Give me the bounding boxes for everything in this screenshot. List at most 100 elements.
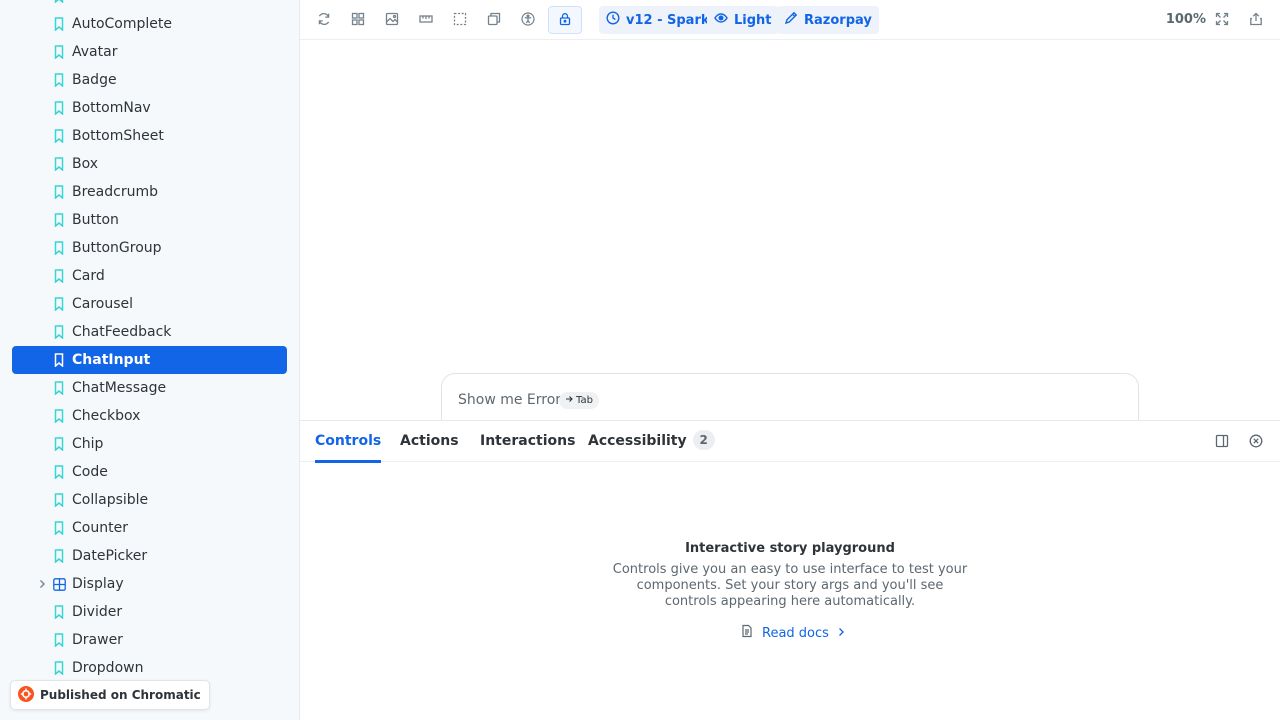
sidebar-story-item[interactable]: Counter [12, 514, 287, 542]
sidebar-story-item[interactable]: AnnouncementBanner [12, 0, 287, 10]
share-button[interactable] [1242, 6, 1270, 34]
sidebar-item-label: Carousel [72, 296, 134, 312]
sidebar-item-label: Avatar [72, 44, 118, 60]
tab-interactions[interactable]: Interactions [480, 421, 575, 462]
sidebar-item-label: Badge [72, 72, 117, 88]
story-canvas: Show me Error Tab [300, 40, 1280, 420]
bookmark-icon [52, 184, 66, 200]
sidebar-item-label: Chip [72, 436, 104, 452]
chat-input-text[interactable]: Show me Error [458, 392, 561, 408]
addon-panel: Controls Actions Interactions Accessibil… [300, 420, 1280, 720]
sidebar-story-item[interactable]: Dropdown [12, 654, 287, 682]
arrow-right-icon [565, 395, 573, 406]
tab-interactions-label: Interactions [480, 433, 576, 449]
sidebar-story-item[interactable]: Checkbox [12, 402, 287, 430]
bookmark-icon [52, 240, 66, 256]
sidebar-story-item[interactable]: Collapsible [12, 486, 287, 514]
chat-input-box[interactable]: Show me Error Tab [441, 373, 1139, 420]
sidebar-story-item[interactable]: Carousel [12, 290, 287, 318]
measure-icon [419, 11, 433, 30]
tab-actions-label: Actions [400, 433, 459, 449]
chevron-right-icon[interactable] [36, 578, 48, 590]
version-label: v12 - Spark [626, 12, 710, 28]
tab-actions[interactable]: Actions [400, 421, 459, 462]
read-docs-link[interactable]: Read docs [740, 623, 845, 643]
tab-accessibility-label: Accessibility [588, 433, 687, 449]
toolbar: v12 - Spark Light Razorpay 100% [300, 0, 1280, 40]
bookmark-icon [52, 408, 66, 424]
sidebar-story-item[interactable]: Breadcrumb [12, 178, 287, 206]
tab-controls[interactable]: Controls [315, 421, 382, 463]
background-icon [385, 11, 399, 30]
grid-button[interactable] [344, 6, 372, 34]
empty-state-description: Controls give you an easy to use interfa… [612, 562, 968, 609]
bookmark-icon [52, 604, 66, 620]
sidebar-story-item[interactable]: Divider [12, 598, 287, 626]
sidebar-story-item[interactable]: Code [12, 458, 287, 486]
component-group-icon [52, 576, 66, 592]
share-icon [1249, 11, 1263, 30]
bookmark-icon [52, 156, 66, 172]
chromatic-badge[interactable]: Published on Chromatic [10, 680, 210, 710]
sidebar-story-item[interactable]: ButtonGroup [12, 234, 287, 262]
sidebar-item-label: AnnouncementBanner [72, 0, 229, 10]
sidebar-story-item[interactable]: ChatInput [12, 346, 287, 374]
theme-pill[interactable]: Light [707, 6, 779, 34]
version-pill[interactable]: v12 - Spark [599, 6, 717, 34]
sidebar-story-item[interactable]: Avatar [12, 38, 287, 66]
sidebar-story-item[interactable]: BottomSheet [12, 122, 287, 150]
bookmark-icon [52, 380, 66, 396]
bookmark-icon [52, 128, 66, 144]
sidebar-story-item[interactable]: ChatFeedback [12, 318, 287, 346]
lock-button[interactable] [548, 6, 582, 34]
sidebar-item-label: Collapsible [72, 492, 149, 508]
bookmark-icon [52, 352, 66, 368]
sidebar-story-item[interactable]: Card [12, 262, 287, 290]
reload-icon [317, 11, 331, 30]
fullscreen-icon [1215, 11, 1229, 30]
bookmark-icon [52, 464, 66, 480]
empty-state-title: Interactive story playground [685, 541, 895, 556]
zoom-level[interactable]: 100% [1166, 6, 1206, 34]
accessibility-button[interactable] [514, 6, 542, 34]
bookmark-icon [52, 16, 66, 32]
chromatic-label: Published on Chromatic [40, 688, 201, 702]
reload-button[interactable] [310, 6, 338, 34]
sidebar-story-item[interactable]: Chip [12, 430, 287, 458]
bookmark-icon [52, 520, 66, 536]
sidebar-story-item[interactable]: BottomNav [12, 94, 287, 122]
background-button[interactable] [378, 6, 406, 34]
accessibility-count-badge: 2 [692, 430, 715, 450]
bookmark-icon [52, 660, 66, 676]
tab-hint-label: Tab [576, 395, 593, 406]
sidebar-story-item[interactable]: Drawer [12, 626, 287, 654]
read-docs-label: Read docs [762, 625, 829, 641]
bookmark-icon [52, 436, 66, 452]
document-icon [740, 624, 754, 642]
eye-icon [714, 11, 728, 29]
tab-accessibility[interactable]: Accessibility 2 [588, 421, 715, 462]
sidebar-story-item[interactable]: Box [12, 150, 287, 178]
fullscreen-button[interactable] [1208, 6, 1236, 34]
sidebar-story-item[interactable]: AutoComplete [12, 10, 287, 38]
sidebar-group-item[interactable]: Display [12, 570, 287, 598]
sidebar-item-label: Counter [72, 520, 128, 536]
sidebar-story-item[interactable]: DatePicker [12, 542, 287, 570]
viewport-button[interactable] [480, 6, 508, 34]
sidebar-item-label: BottomSheet [72, 128, 164, 144]
panel-orientation-button[interactable] [1212, 432, 1232, 452]
sidebar-story-item[interactable]: ChatMessage [12, 374, 287, 402]
brand-pill[interactable]: Razorpay [777, 6, 879, 34]
sidebar-item-label: BottomNav [72, 100, 151, 116]
bookmark-icon [52, 44, 66, 60]
sidebar-story-item[interactable]: Button [12, 206, 287, 234]
sidebar-item-label: AutoComplete [72, 16, 172, 32]
sidebar-story-item[interactable]: Badge [12, 66, 287, 94]
sidebar-item-label: Divider [72, 604, 123, 620]
measure-button[interactable] [412, 6, 440, 34]
outline-button[interactable] [446, 6, 474, 34]
sidebar-item-label: Breadcrumb [72, 184, 158, 200]
accessibility-icon [521, 11, 535, 30]
panel-close-button[interactable] [1246, 432, 1266, 452]
brand-label: Razorpay [804, 12, 872, 28]
